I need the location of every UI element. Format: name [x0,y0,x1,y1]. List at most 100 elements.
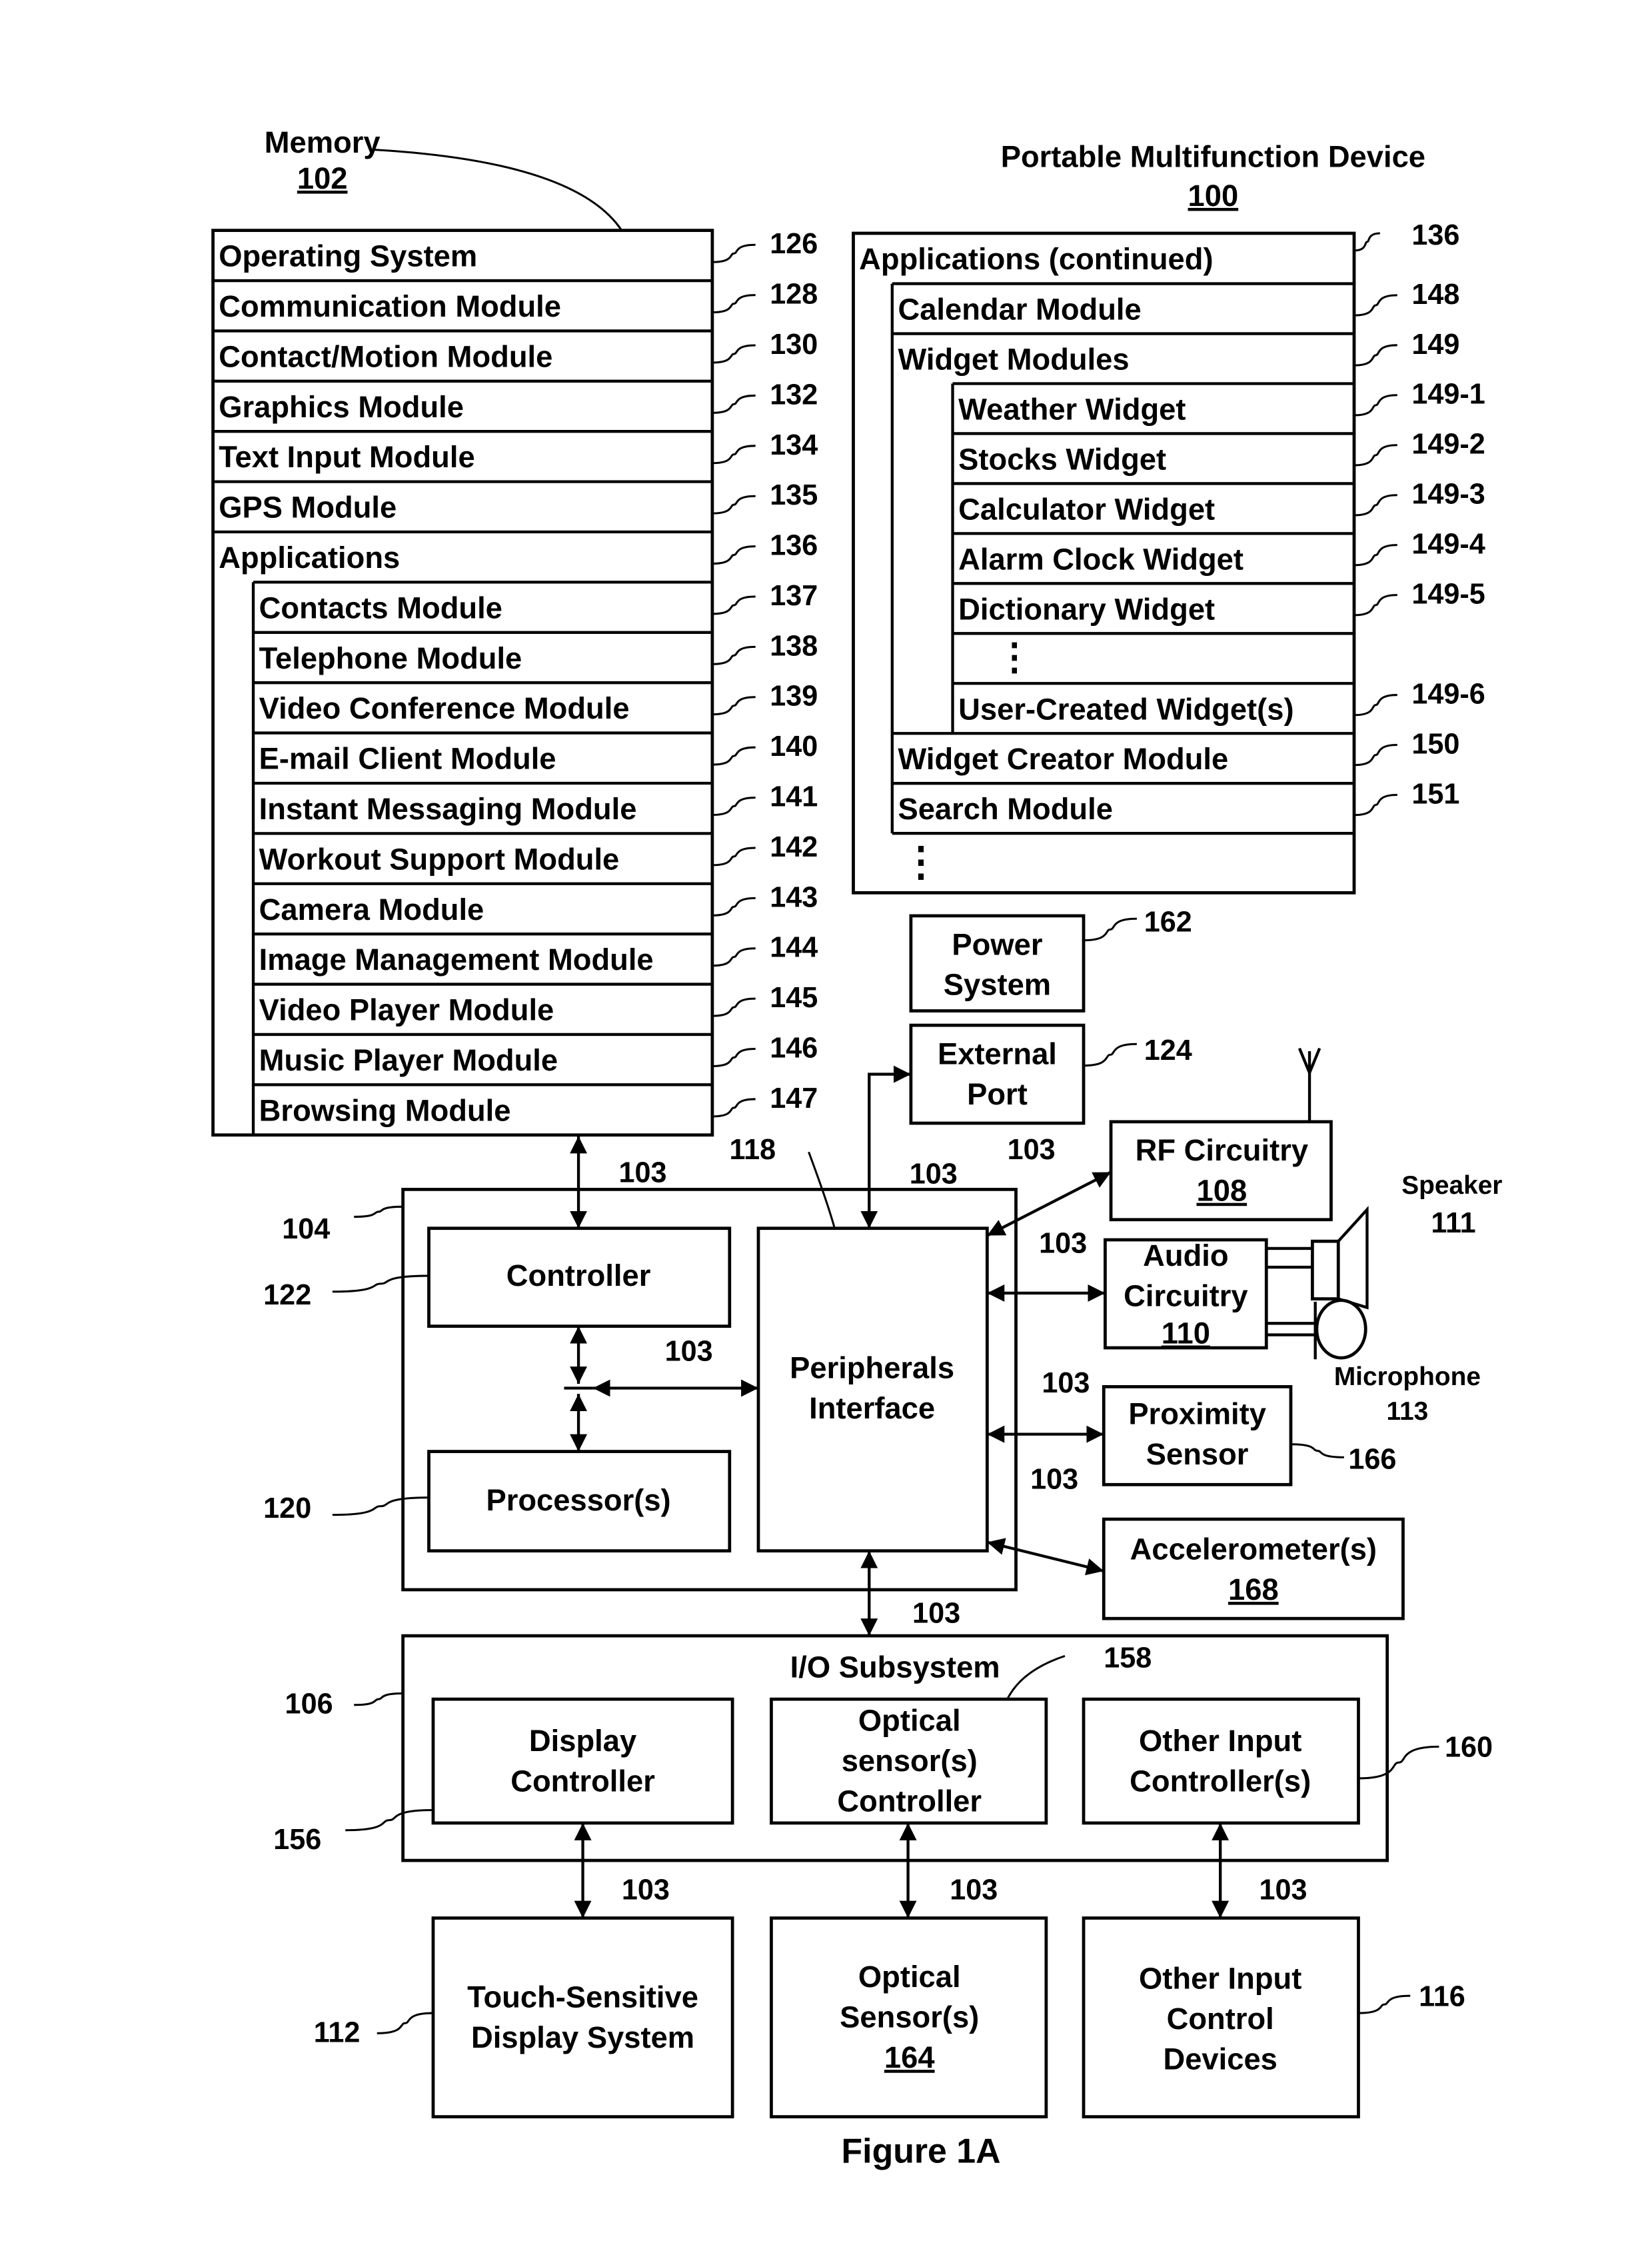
memory-row-label: Graphics Module [219,390,464,424]
application-row-leader [712,595,756,615]
widget-row-label: Calculator Widget [958,492,1215,526]
peripherals-interface-label: Interface [809,1391,935,1425]
applications-continued-row-leader [1354,694,1397,717]
bus-ref: 103 [1042,1367,1090,1399]
applications-continued-row-leader [1354,394,1397,417]
application-row-label: Telephone Module [259,641,522,675]
io-subsystem-ref: 106 [285,1688,333,1720]
display-controller-label: Display [529,1724,636,1758]
application-row-ref: 145 [770,982,818,1014]
io-subsystem-leader [354,1692,403,1706]
other-input-devices-label: Devices [1163,2042,1277,2076]
other-input-devices-ref: 116 [1419,1980,1465,2012]
other-input-controller-label: Other Input [1139,1724,1301,1758]
application-row-label: Instant Messaging Module [259,792,637,826]
memory-row-leader [712,344,756,364]
power-system-leader [1084,917,1137,942]
applications-continued-row-leader [1354,793,1397,817]
module-row-label: Search Module [898,792,1112,826]
applications-continued-row-leader [1354,594,1397,617]
application-row-leader [712,897,756,917]
device-ref: 100 [1188,179,1239,213]
application-row-leader [712,1098,756,1118]
application-row-label: E-mail Client Module [259,742,556,776]
speaker-cone-icon [1337,1206,1369,1310]
bus-ref: 103 [1008,1134,1056,1166]
memory-row-label: Text Input Module [219,440,474,474]
application-row-ref: 141 [770,781,818,813]
external-port-label: Port [967,1077,1028,1111]
bus-ref: 103 [910,1158,958,1190]
applications-continued-row-leader [1354,744,1397,767]
application-row-leader [712,947,756,967]
application-row-leader [712,696,756,716]
application-row-leader [712,746,756,766]
applications-continued-leader [1353,232,1380,252]
applications-continued-row-ref: 149-2 [1411,429,1485,461]
applications-continued-row-leader [1354,494,1397,517]
applications-continued-row-ref: 149-3 [1411,479,1485,511]
applications-continued-row-leader [1354,294,1397,317]
touch-display-label: Touch-Sensitive [467,1980,698,2014]
memory-row-ref: 136 [770,530,818,562]
processor-label: Processor(s) [486,1483,670,1517]
rf-circuitry-label: RF Circuitry [1136,1133,1308,1167]
applications-continued-row-leader [1354,344,1397,367]
application-row-ref: 137 [770,580,818,612]
speaker-label: Speaker [1401,1171,1502,1200]
display-controller-box [431,1697,734,1825]
applications-continued-title: Applications (continued) [859,242,1213,276]
other-input-devices-leader [1358,1994,1411,2014]
bus-ref: 103 [622,1874,670,1906]
application-row-ref: 138 [770,630,818,662]
accelerometers-ref: 168 [1228,1572,1279,1606]
peripherals-interface-ref: 118 [730,1134,776,1166]
widget-row-label: Alarm Clock Widget [958,542,1243,576]
controller-label: Controller [506,1258,651,1292]
external-port-label: External [938,1037,1057,1071]
memory-row-ref: 134 [770,429,818,461]
module-row-label: Widget Modules [898,343,1129,377]
proximity-sensor-ref: 166 [1348,1443,1396,1475]
audio-circuitry-label: Circuitry [1124,1278,1247,1312]
widget-row-label: Stocks Widget [958,442,1166,476]
memory-row-label: GPS Module [219,491,397,525]
bus-ref: 103 [950,1874,998,1906]
application-row-label: Browsing Module [259,1093,511,1127]
patent-figure: Memory102 Operating System 126 Communicatio… [211,125,1502,2170]
memory-title: Memory [265,125,381,159]
controller-ref: 122 [263,1279,311,1311]
optical-sensors-label: Sensor(s) [840,2000,979,2034]
memory-row-ref: 135 [770,479,818,511]
bus-ref: 103 [619,1157,667,1189]
proximity-sensor-label: Sensor [1146,1437,1249,1471]
io-subsystem-title: I/O Subsystem [790,1650,1000,1684]
applications-continued-ellipsis: ⋮ [901,839,941,884]
microphone-label: Microphone [1334,1362,1481,1391]
device-title: Portable Multifunction Device [1001,140,1425,174]
applications-continued-row-ref: 148 [1411,279,1459,311]
display-controller-label: Controller [510,1764,655,1798]
optical-sensor-controller-label: Controller [837,1784,982,1818]
accelerometers-label: Accelerometer(s) [1130,1532,1377,1566]
applications-continued-ref: 136 [1411,219,1459,251]
application-row-label: Contacts Module [259,591,502,625]
memory-row-leader [712,445,756,465]
application-row-ref: 140 [770,731,818,763]
peripherals-interface-label: Peripherals [790,1350,954,1384]
touch-display-label: Display System [471,2020,694,2054]
core-block-ref: 104 [282,1213,330,1245]
applications-continued-row-ref: 149 [1411,329,1459,361]
applications-continued-row-ref: 151 [1411,778,1459,810]
module-row-label: Widget Creator Module [898,742,1228,776]
application-row-leader [712,1048,756,1067]
peripherals-interface-box [756,1226,989,1552]
widget-row-label: Dictionary Widget [958,592,1215,626]
speaker-ref: 111 [1431,1207,1475,1239]
memory-row-leader [712,243,756,263]
core-block-leader [354,1205,403,1218]
application-row-label: Video Conference Module [259,691,630,725]
proximity-sensor-label: Proximity [1128,1397,1266,1431]
touch-display-leader [377,2012,433,2034]
application-row-label: Video Player Module [259,993,554,1027]
